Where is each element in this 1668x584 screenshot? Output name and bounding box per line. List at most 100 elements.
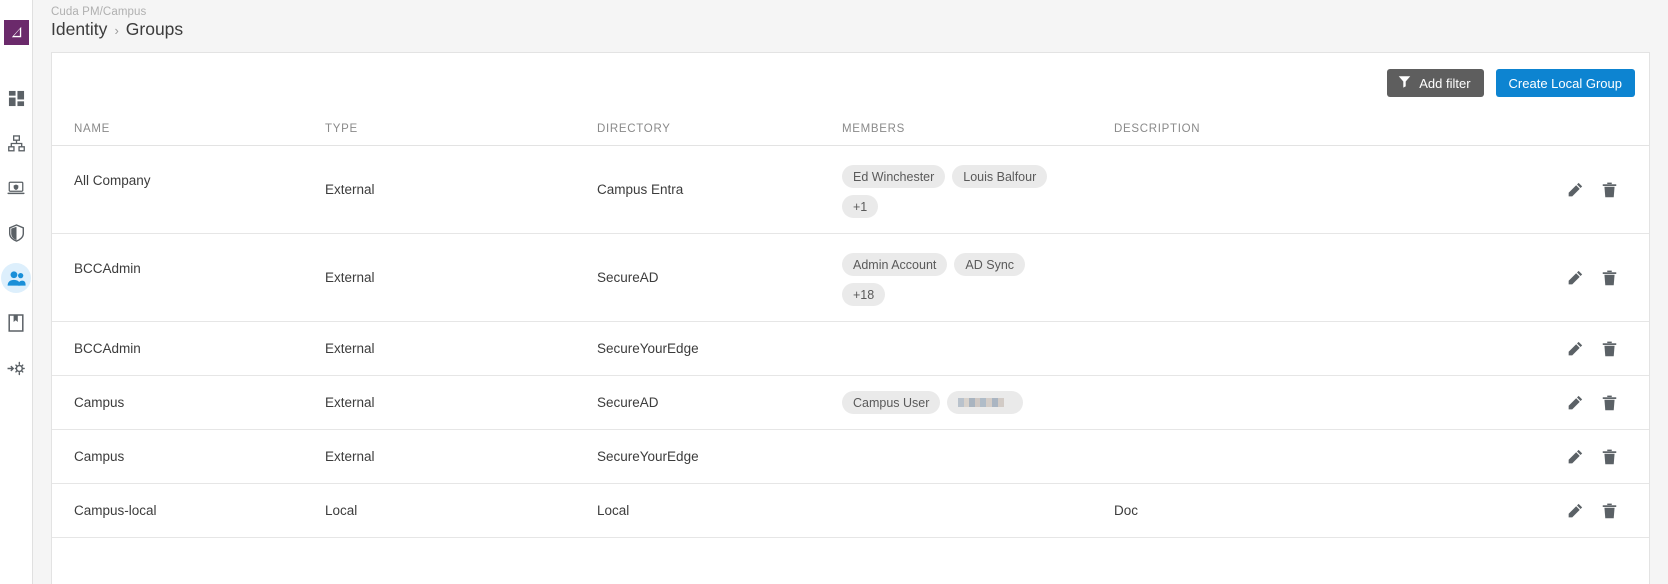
edit-row-button[interactable]: [1568, 270, 1583, 285]
cell-name: Campus: [74, 395, 125, 410]
column-header-description[interactable]: DESCRIPTION: [1114, 123, 1404, 135]
page-title: Identity › Groups: [51, 19, 1668, 40]
member-chip-list: Campus User ██████: [842, 391, 1023, 414]
edit-row-button[interactable]: [1568, 503, 1583, 518]
cell-description: [1114, 234, 1404, 321]
cell-directory: Local: [597, 503, 630, 518]
dashboard-grid-icon: [8, 90, 25, 107]
edit-row-button[interactable]: [1568, 395, 1583, 410]
sidebar-item-network[interactable]: [1, 128, 31, 158]
cell-members: Admin Account AD Sync +18: [842, 234, 1114, 321]
cell-members: [842, 322, 1114, 375]
member-chip[interactable]: Campus User: [842, 391, 941, 414]
app-root: Cuda PM/Campus Identity › Groups Add fil…: [0, 0, 1668, 584]
cell-actions: [1404, 322, 1649, 375]
cell-directory: SecureYourEdge: [597, 449, 699, 464]
cell-name: BCCAdmin: [74, 261, 141, 276]
cell-actions: [1404, 234, 1649, 321]
member-chip[interactable]: Louis Balfour: [952, 165, 1048, 188]
table-row[interactable]: Campus-local Local Local Doc: [52, 484, 1649, 538]
delete-row-button[interactable]: [1602, 341, 1617, 357]
member-chip[interactable]: +1: [842, 195, 879, 218]
column-header-directory[interactable]: DIRECTORY: [597, 123, 842, 135]
breadcrumb: Cuda PM/Campus Identity › Groups: [33, 0, 1668, 52]
sidebar-item-endpoint[interactable]: [1, 173, 31, 203]
toolbar: Add filter Create Local Group: [52, 53, 1649, 113]
cell-actions: [1404, 146, 1649, 233]
sidebar: [0, 0, 33, 584]
column-header-members[interactable]: MEMBERS: [842, 123, 1114, 135]
cell-directory: SecureAD: [597, 395, 659, 410]
cell-members: Ed Winchester Louis Balfour +1: [842, 146, 1114, 233]
member-chip-list: Admin Account AD Sync +18: [842, 253, 1057, 306]
cell-description: [1114, 430, 1404, 483]
edit-row-button[interactable]: [1568, 182, 1583, 197]
book-icon: [8, 314, 24, 332]
table-body[interactable]: All Company External Campus Entra Ed Winche…: [52, 146, 1649, 584]
cell-description: [1114, 146, 1404, 233]
cell-actions: [1404, 376, 1649, 429]
cell-directory: SecureAD: [597, 270, 659, 285]
edit-row-button[interactable]: [1568, 449, 1583, 464]
member-chip[interactable]: AD Sync: [954, 253, 1026, 276]
funnel-icon: [1398, 75, 1411, 91]
cell-actions: [1404, 430, 1649, 483]
table-row[interactable]: All Company External Campus Entra Ed Winche…: [52, 146, 1649, 234]
cell-name: All Company: [74, 173, 151, 188]
cell-name: Campus: [74, 449, 125, 464]
barracuda-logo[interactable]: [3, 20, 29, 45]
cell-directory: Campus Entra: [597, 182, 684, 197]
table-row[interactable]: BCCAdmin External SecureYourEdge: [52, 322, 1649, 376]
main-content: Cuda PM/Campus Identity › Groups Add fil…: [33, 0, 1668, 584]
tenant-label: Cuda PM/Campus: [51, 6, 147, 18]
laptop-security-icon: [7, 180, 25, 197]
cell-type: Local: [325, 503, 358, 518]
sidebar-item-security[interactable]: [1, 218, 31, 248]
table-row[interactable]: Campus External SecureYourEdge: [52, 430, 1649, 484]
shield-icon: [8, 224, 25, 242]
sidebar-item-settings[interactable]: [1, 353, 31, 383]
member-chip[interactable]: ██████: [947, 391, 1023, 414]
cell-type: External: [325, 341, 375, 356]
column-header-type[interactable]: TYPE: [325, 123, 597, 135]
member-chip[interactable]: +18: [842, 283, 886, 306]
member-chip[interactable]: Ed Winchester: [842, 165, 946, 188]
gear-deploy-icon: [7, 360, 26, 377]
table-header: NAME TYPE DIRECTORY MEMBERS DESCRIPTION: [52, 113, 1649, 146]
cell-actions: [1404, 484, 1649, 537]
sidebar-item-dashboard[interactable]: [1, 83, 31, 113]
cell-type: External: [325, 182, 375, 197]
chevron-right-icon: ›: [114, 23, 119, 38]
cell-name: Campus-local: [74, 503, 157, 518]
cell-members: [842, 484, 1114, 537]
member-chip-list: Ed Winchester Louis Balfour +1: [842, 165, 1057, 218]
delete-row-button[interactable]: [1602, 270, 1617, 286]
delete-row-button[interactable]: [1602, 449, 1617, 465]
cell-description: [1114, 376, 1404, 429]
member-chip[interactable]: Admin Account: [842, 253, 948, 276]
users-icon: [7, 270, 26, 287]
breadcrumb-page: Groups: [125, 19, 184, 39]
delete-row-button[interactable]: [1602, 395, 1617, 411]
cell-description: Doc: [1114, 503, 1139, 518]
edit-row-button[interactable]: [1568, 341, 1583, 356]
delete-row-button[interactable]: [1602, 182, 1617, 198]
table-row[interactable]: Campus External SecureAD Campus User ██████: [52, 376, 1649, 430]
cell-members: [842, 430, 1114, 483]
breadcrumb-section[interactable]: Identity: [51, 19, 107, 40]
cell-name: BCCAdmin: [74, 341, 141, 356]
table-row[interactable]: BCCAdmin External SecureAD Admin Account AD …: [52, 234, 1649, 322]
delete-row-button[interactable]: [1602, 503, 1617, 519]
add-filter-button[interactable]: Add filter: [1387, 69, 1484, 97]
groups-panel: Add filter Create Local Group NAME TYPE …: [51, 52, 1650, 584]
cell-type: External: [325, 395, 375, 410]
cell-type: External: [325, 449, 375, 464]
org-hierarchy-icon: [7, 134, 25, 152]
cell-type: External: [325, 270, 375, 285]
cell-description: [1114, 322, 1404, 375]
sidebar-item-logs[interactable]: [1, 308, 31, 338]
sidebar-item-identity[interactable]: [1, 263, 31, 293]
create-local-group-button[interactable]: Create Local Group: [1495, 69, 1635, 97]
cell-members: Campus User ██████: [842, 376, 1114, 429]
column-header-name[interactable]: NAME: [52, 123, 325, 135]
